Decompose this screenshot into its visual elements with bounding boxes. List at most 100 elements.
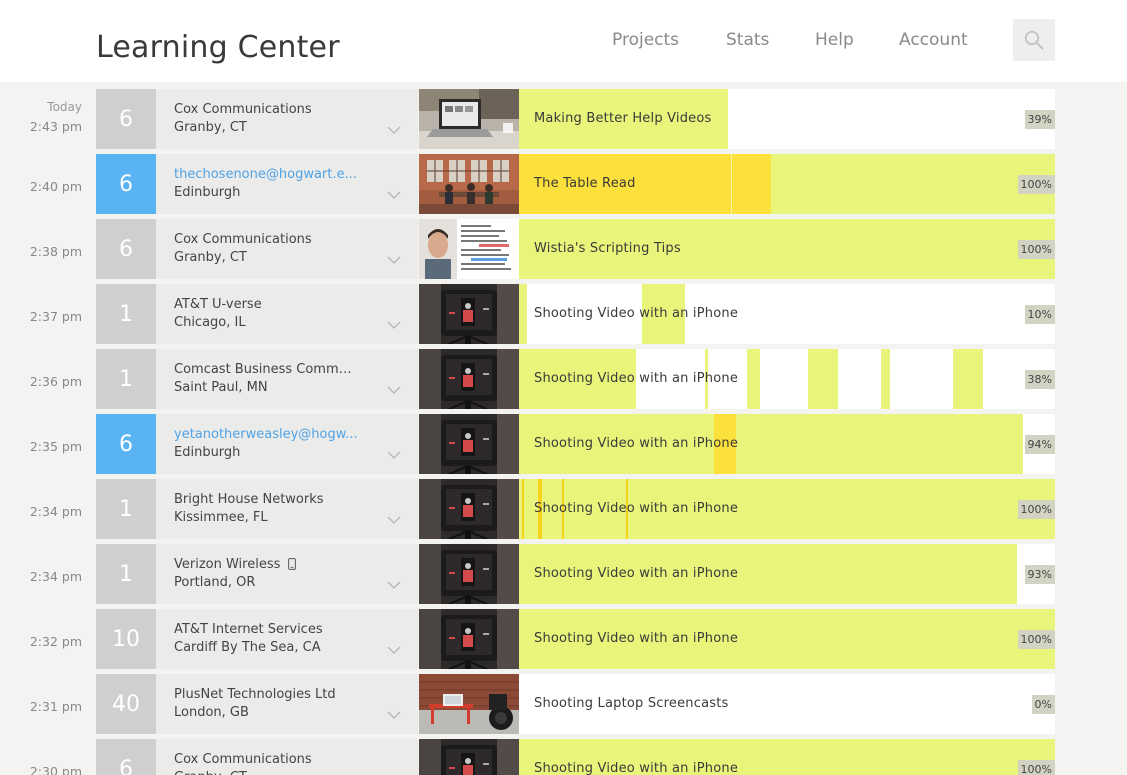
rewatched-segment [728, 154, 771, 214]
video-thumbnail[interactable] [419, 89, 519, 149]
watched-segment [736, 414, 1023, 474]
visitor-cell[interactable]: yetanotherweasley@hogw... Edinburgh [156, 414, 418, 474]
visitor-cell[interactable]: Cox Communications Granby, CT [156, 739, 418, 775]
video-title: Shooting Video with an iPhone [534, 761, 739, 775]
viewing-heatmap-bar[interactable]: Shooting Video with an iPhone 100% [519, 609, 1055, 669]
viewer-row: 2:34 pm 1 Verizon Wireless Portland, OR Shoo… [0, 544, 1127, 604]
viewer-row: 2:37 pm 1 AT&T U-verse Chicago, IL Shooting … [0, 284, 1127, 344]
visitor-name[interactable]: yetanotherweasley@hogw... [174, 427, 358, 442]
nav-stats[interactable]: Stats [726, 30, 769, 50]
visitor-cell[interactable]: thechosenone@hogwart.e... Edinburgh [156, 154, 418, 214]
visitor-cell[interactable]: Cox Communications Granby, CT [156, 89, 418, 149]
percent-watched-badge: 100% [1017, 500, 1055, 519]
visitor-location: London, GB [174, 705, 249, 720]
viewing-heatmap-bar[interactable]: Shooting Video with an iPhone 38% [519, 349, 1055, 409]
video-title: Shooting Video with an iPhone [534, 436, 739, 451]
visitor-name-text: thechosenone@hogwart.e... [174, 167, 357, 182]
viewing-heatmap-bar[interactable]: Shooting Video with an iPhone 10% [519, 284, 1055, 344]
visitor-location: Chicago, IL [174, 315, 246, 330]
video-title: Shooting Video with an iPhone [534, 371, 739, 386]
view-count-badge: 6 [96, 154, 156, 214]
visitor-name[interactable]: thechosenone@hogwart.e... [174, 167, 357, 182]
video-title: Shooting Video with an iPhone [534, 566, 739, 581]
viewer-row: 2:32 pm 10 AT&T Internet Services Cardiff B… [0, 609, 1127, 669]
visitor-cell[interactable]: Cox Communications Granby, CT [156, 219, 418, 279]
nav-account[interactable]: Account [899, 30, 968, 50]
view-count-badge: 1 [96, 479, 156, 539]
video-title: The Table Read [534, 176, 636, 191]
visitor-cell[interactable]: AT&T U-verse Chicago, IL [156, 284, 418, 344]
nav-projects[interactable]: Projects [612, 30, 679, 50]
search-button[interactable] [1013, 19, 1055, 61]
video-title: Wistia's Scripting Tips [534, 241, 681, 256]
video-title: Shooting Video with an iPhone [534, 501, 739, 516]
visitor-name: Verizon Wireless [174, 557, 297, 574]
visitor-cell[interactable]: Comcast Business Commu... Saint Paul, MN [156, 349, 418, 409]
percent-watched-badge: 100% [1017, 240, 1055, 259]
watched-segment [519, 284, 528, 344]
visitor-location: Granby, CT [174, 770, 247, 775]
percent-watched-badge: 94% [1024, 435, 1055, 454]
video-thumbnail[interactable] [419, 349, 519, 409]
visitor-name: Comcast Business Commu... [174, 362, 359, 377]
video-thumbnail[interactable] [419, 479, 519, 539]
video-title: Shooting Video with an iPhone [534, 631, 739, 646]
visitor-name: Bright House Networks [174, 492, 324, 507]
chevron-down-icon[interactable] [387, 704, 401, 723]
visitor-location: Granby, CT [174, 250, 247, 265]
viewing-heatmap-bar[interactable]: Shooting Video with an iPhone 93% [519, 544, 1055, 604]
view-count-badge: 10 [96, 609, 156, 669]
view-time: 2:43 pm [29, 119, 82, 134]
chevron-down-icon[interactable] [387, 444, 401, 463]
video-thumbnail[interactable] [419, 284, 519, 344]
search-icon [1024, 30, 1044, 50]
video-thumbnail[interactable] [419, 674, 519, 734]
viewing-heatmap-bar[interactable]: Making Better Help Videos 39% [519, 89, 1055, 149]
video-thumbnail[interactable] [419, 154, 519, 214]
visitor-cell[interactable]: Verizon Wireless Portland, OR [156, 544, 418, 604]
chevron-down-icon[interactable] [387, 769, 401, 775]
view-time: 2:31 pm [29, 699, 82, 714]
percent-watched-badge: 100% [1017, 175, 1055, 194]
visitor-name-text: Bright House Networks [174, 492, 324, 507]
nav-help[interactable]: Help [815, 30, 854, 50]
viewing-heatmap-bar[interactable]: Shooting Laptop Screencasts 0% [519, 674, 1055, 734]
chevron-down-icon[interactable] [387, 119, 401, 138]
viewing-heatmap-bar[interactable]: Shooting Video with an iPhone 100% [519, 479, 1055, 539]
video-thumbnail[interactable] [419, 414, 519, 474]
video-title: Making Better Help Videos [534, 111, 712, 126]
percent-watched-badge: 100% [1017, 760, 1055, 775]
view-count-badge: 1 [96, 349, 156, 409]
visitor-cell[interactable]: AT&T Internet Services Cardiff By The Sea… [156, 609, 418, 669]
visitor-name-text: Cox Communications [174, 752, 312, 767]
chevron-down-icon[interactable] [387, 574, 401, 593]
chevron-down-icon[interactable] [387, 184, 401, 203]
visitor-location: Edinburgh [174, 185, 241, 200]
viewer-row: Today 2:43 pm 6 Cox Communications Granby, C… [0, 89, 1127, 149]
chevron-down-icon[interactable] [387, 639, 401, 658]
viewing-heatmap-bar[interactable]: Shooting Video with an iPhone 94% [519, 414, 1055, 474]
percent-watched-badge: 93% [1024, 565, 1055, 584]
visitor-name-text: Cox Communications [174, 102, 312, 117]
viewing-heatmap-bar[interactable]: Shooting Video with an iPhone 100% [519, 739, 1055, 775]
visitor-cell[interactable]: PlusNet Technologies Ltd London, GB [156, 674, 418, 734]
video-thumbnail[interactable] [419, 544, 519, 604]
video-thumbnail[interactable] [419, 219, 519, 279]
visitor-name-text: Verizon Wireless [174, 557, 281, 572]
viewing-heatmap-bar[interactable]: The Table Read 100% [519, 154, 1055, 214]
chevron-down-icon[interactable] [387, 509, 401, 528]
chevron-down-icon[interactable] [387, 314, 401, 333]
view-time: 2:30 pm [29, 764, 82, 775]
percent-watched-badge: 10% [1024, 305, 1055, 324]
view-count-badge: 1 [96, 284, 156, 344]
chevron-down-icon[interactable] [387, 249, 401, 268]
chevron-down-icon[interactable] [387, 379, 401, 398]
video-thumbnail[interactable] [419, 739, 519, 775]
visitor-name-text: yetanotherweasley@hogw... [174, 427, 358, 442]
percent-watched-badge: 100% [1017, 630, 1055, 649]
percent-watched-badge: 0% [1031, 695, 1055, 714]
viewing-heatmap-bar[interactable]: Wistia's Scripting Tips 100% [519, 219, 1055, 279]
visitor-cell[interactable]: Bright House Networks Kissimmee, FL [156, 479, 418, 539]
video-thumbnail[interactable] [419, 609, 519, 669]
visitor-name-text: PlusNet Technologies Ltd [174, 687, 336, 702]
